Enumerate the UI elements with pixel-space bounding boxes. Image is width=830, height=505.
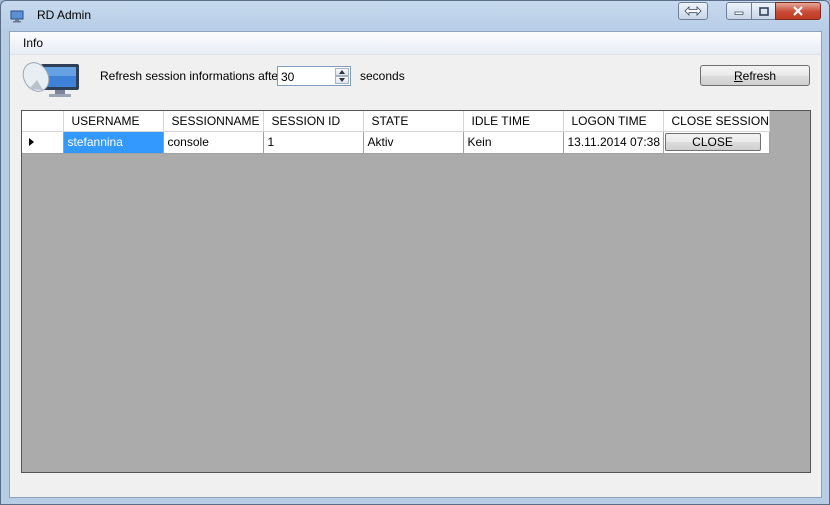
close-icon [793,6,803,16]
monitor-satellite-icon [22,62,79,97]
resize-arrows-icon [684,6,702,16]
refresh-button[interactable]: Refresh [700,65,810,86]
grid-header-row: USERNAME SESSIONNAME SESSION ID STATE ID… [22,111,770,132]
sessions-table: USERNAME SESSIONNAME SESSION ID STATE ID… [22,111,770,154]
table-row[interactable]: stefannina console 1 Aktiv Kein 13.11.20… [22,131,770,154]
cell-logon-time[interactable]: 13.11.2014 07:38 [563,131,664,154]
row-header[interactable] [22,131,64,154]
sessions-grid[interactable]: USERNAME SESSIONNAME SESSION ID STATE ID… [21,110,811,473]
column-header-idle-time[interactable]: IDLE TIME [463,111,564,132]
column-header-session-id[interactable]: SESSION ID [263,111,364,132]
column-header-logon-time[interactable]: LOGON TIME [563,111,664,132]
app-window: RD Admin Info Refresh session informatio… [0,0,830,505]
refresh-interval-value[interactable]: 30 [281,70,294,84]
cell-close-session: CLOSE [663,131,770,154]
menu-item-info[interactable]: Info [23,36,43,50]
column-header-close-session[interactable]: CLOSE SESSION [663,111,770,132]
title-bar[interactable]: RD Admin [1,1,829,31]
stepper-buttons [335,68,349,84]
refresh-interval-stepper[interactable]: 30 [277,66,351,86]
app-icon [10,10,24,23]
refresh-interval-label: Refresh session informations after [100,69,283,83]
column-header-state[interactable]: STATE [363,111,464,132]
chevron-up-icon [339,70,345,74]
maximize-icon [758,6,769,16]
stepper-down-button[interactable] [335,76,349,84]
minimize-icon [734,11,744,15]
close-window-button[interactable] [775,2,821,20]
resize-arrows-button[interactable] [678,2,708,20]
minimize-button[interactable] [726,2,752,20]
window-title: RD Admin [37,8,92,22]
column-header-sessionname[interactable]: SESSIONNAME [163,111,264,132]
refresh-button-label: Refresh [733,68,777,83]
close-session-button[interactable]: CLOSE [664,133,761,151]
current-row-arrow-icon [29,138,34,146]
interval-unit-label: seconds [360,69,405,83]
cell-idle-time[interactable]: Kein [463,131,564,154]
cell-sessionname[interactable]: console [163,131,264,154]
stepper-up-button[interactable] [335,68,349,76]
row-header-corner [22,111,64,132]
maximize-button[interactable] [751,2,776,20]
chevron-down-icon [339,78,345,82]
refresh-mnemonic: R [733,68,743,83]
client-area: Info Refresh session informations after … [9,31,822,498]
cell-state[interactable]: Aktiv [363,131,464,154]
column-header-username[interactable]: USERNAME [63,111,164,132]
cell-session-id[interactable]: 1 [263,131,364,154]
menu-bar: Info [10,32,821,55]
cell-username[interactable]: stefannina [63,131,164,154]
